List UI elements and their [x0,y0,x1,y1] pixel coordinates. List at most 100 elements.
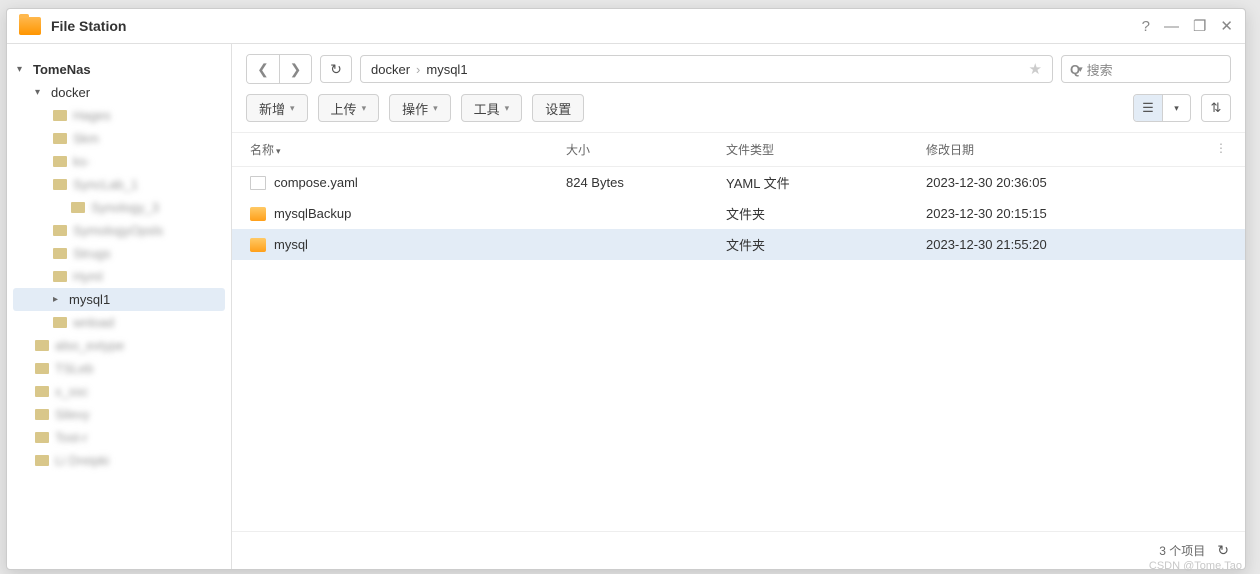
col-size-header[interactable]: 大小 [566,141,726,158]
folder-icon [250,207,266,221]
folder-icon [53,225,67,236]
breadcrumb[interactable]: docker › mysql1 ★ [360,55,1053,83]
upload-button[interactable]: 上传▾ [318,94,380,122]
favorite-icon[interactable]: ★ [1029,60,1042,78]
tree-label: TSLeb [55,361,93,376]
tree-label: Li Dreipki [55,453,109,468]
tree-item[interactable]: Skm [13,127,225,150]
sidebar: ▾ TomeNas ▾ docker Hages Skm ks- SyncLab… [7,44,232,569]
refresh-footer-icon[interactable]: ↻ [1217,542,1229,559]
file-row[interactable]: mysqlBackup 文件夹2023-12-30 20:15:15 [232,198,1245,229]
folder-icon [250,238,266,252]
toolbar-actions: 新增▾ 上传▾ 操作▾ 工具▾ 设置 ☰ ▾ ⇅ [232,90,1245,132]
tree-item[interactable]: Hyml [13,265,225,288]
view-dropdown-icon[interactable]: ▾ [1162,95,1190,121]
maximize-icon[interactable]: ❐ [1193,17,1206,35]
tree-item[interactable]: x_ssc [13,380,225,403]
app-title: File Station [51,18,1142,34]
app-icon [19,17,41,35]
minimize-icon[interactable]: — [1164,18,1179,35]
new-button[interactable]: 新增▾ [246,94,308,122]
breadcrumb-sep-icon: › [416,62,420,77]
file-type: YAML 文件 [726,173,926,192]
action-button[interactable]: 操作▾ [389,94,451,122]
tree-label: mysql1 [69,292,110,307]
tree-item[interactable]: Hages [13,104,225,127]
folder-icon [53,133,67,144]
table-header: 名称▾ 大小 文件类型 修改日期 ⋮ [232,132,1245,167]
tree-label: TomeNas [33,62,91,77]
tree-item[interactable]: Synology_3 [13,196,225,219]
col-type-header[interactable]: 文件类型 [726,141,926,158]
tree-item[interactable]: SyncLab_1 [13,173,225,196]
folder-icon [71,202,85,213]
tree-item[interactable]: TSLeb [13,357,225,380]
chevron-right-icon: ▸ [53,294,63,305]
tree-item[interactable]: Silevy [13,403,225,426]
tree-root[interactable]: ▾ TomeNas [13,58,225,81]
tree-label: SymologyOpsls [73,223,163,238]
titlebar: File Station ? — ❐ ✕ [7,9,1245,44]
main-panel: ❮ ❯ ↻ docker › mysql1 ★ Q▾ 搜索 新增▾ 上传▾ 操 [232,44,1245,569]
file-date: 2023-12-30 21:55:20 [926,237,1211,252]
file-row[interactable]: compose.yaml824 BytesYAML 文件2023-12-30 2… [232,167,1245,198]
folder-icon [35,363,49,374]
forward-button[interactable]: ❯ [279,55,311,83]
tree-label: Silevy [55,407,90,422]
chevron-down-icon: ▾ [35,87,45,98]
tree-label: Strugs [73,246,111,261]
tree-item[interactable]: Strugs [13,242,225,265]
tree-docker[interactable]: ▾ docker [13,81,225,104]
column-menu-icon[interactable]: ⋮ [1211,141,1231,158]
tree-item[interactable]: Tost-r [13,426,225,449]
tree-label: SyncLab_1 [73,177,138,192]
folder-icon [35,432,49,443]
breadcrumb-part[interactable]: mysql1 [426,62,467,77]
tree-item[interactable]: wnload [13,311,225,334]
close-icon[interactable]: ✕ [1220,17,1233,35]
folder-icon [53,179,67,190]
file-type: 文件夹 [726,204,926,223]
search-input[interactable]: Q▾ 搜索 [1061,55,1231,83]
tree-label: Hages [73,108,111,123]
col-name-header[interactable]: 名称▾ [250,141,566,158]
back-button[interactable]: ❮ [247,55,279,83]
file-name: mysqlBackup [274,206,351,221]
item-count: 3 个项目 [1159,542,1205,559]
file-type: 文件夹 [726,235,926,254]
sort-button[interactable]: ⇅ [1201,94,1231,122]
folder-icon [35,386,49,397]
file-icon [250,176,266,190]
tree-item[interactable]: SymologyOpsls [13,219,225,242]
folder-icon [35,455,49,466]
tree-label: ks- [73,154,90,169]
tree-item[interactable]: also_extype [13,334,225,357]
tree-label: wnload [73,315,114,330]
tree-mysql1[interactable]: ▸ mysql1 [13,288,225,311]
breadcrumb-part[interactable]: docker [371,62,410,77]
file-date: 2023-12-30 20:15:15 [926,206,1211,221]
folder-icon [53,317,67,328]
tree-item[interactable]: ks- [13,150,225,173]
col-date-header[interactable]: 修改日期 [926,141,1211,158]
settings-button[interactable]: 设置 [532,94,584,122]
refresh-button[interactable]: ↻ [320,55,352,83]
tree-label: Hyml [73,269,103,284]
toolbar-top: ❮ ❯ ↻ docker › mysql1 ★ Q▾ 搜索 [232,44,1245,90]
window-controls: ? — ❐ ✕ [1142,17,1233,35]
body: ▾ TomeNas ▾ docker Hages Skm ks- SyncLab… [7,44,1245,569]
file-name: mysql [274,237,308,252]
tool-button[interactable]: 工具▾ [461,94,523,122]
folder-icon [53,156,67,167]
help-icon[interactable]: ? [1142,18,1150,35]
view-mode-group: ☰ ▾ [1133,94,1191,122]
file-size: 824 Bytes [566,175,726,190]
file-date: 2023-12-30 20:36:05 [926,175,1211,190]
search-placeholder: 搜索 [1087,60,1113,79]
file-row[interactable]: mysql 文件夹2023-12-30 21:55:20 [232,229,1245,260]
tree-label: Synology_3 [91,200,159,215]
folder-icon [53,271,67,282]
list-view-icon[interactable]: ☰ [1134,95,1162,121]
tree-item[interactable]: Li Dreipki [13,449,225,472]
status-bar: 3 个项目 ↻ [232,531,1245,569]
